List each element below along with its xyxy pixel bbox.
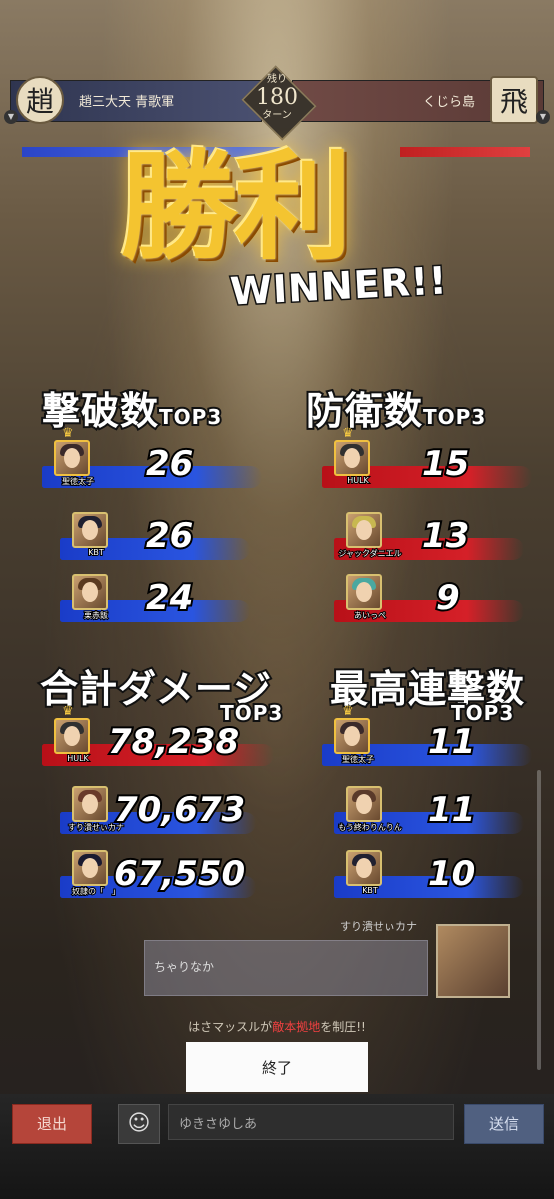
message-input[interactable]	[168, 1104, 454, 1140]
chat-scrollbar[interactable]	[537, 770, 541, 1070]
player-name: KBT	[87, 547, 105, 558]
notice-mid: が	[260, 1020, 273, 1034]
avatar	[72, 512, 108, 548]
player-name: HULK	[346, 475, 370, 486]
right-dropdown-icon[interactable]: ▼	[536, 110, 550, 124]
chat-sender-name: すり潰せぃカナ	[340, 920, 417, 933]
player-value: 9	[434, 576, 462, 620]
left-dropdown-icon[interactable]: ▼	[4, 110, 18, 124]
player-name: KBT	[361, 885, 379, 896]
player-name: HULK	[66, 753, 90, 764]
damage-row-1: ♛ HULK 78,238	[24, 704, 274, 770]
player-name: あいっぺ	[353, 610, 387, 621]
victory-title: 勝利	[120, 137, 352, 276]
player-value: 67,550	[112, 852, 247, 896]
player-value: 26	[144, 442, 195, 486]
crown-icon: ♛	[342, 426, 354, 441]
player-name: 聖徳太子	[61, 476, 95, 487]
combo-row-3: KBT 10	[316, 850, 534, 902]
defense-title: 防衛数	[304, 386, 424, 435]
avatar	[334, 440, 370, 476]
avatar	[346, 850, 382, 886]
avatar	[72, 574, 108, 610]
player-name: ジャックダニエル	[337, 548, 402, 559]
player-value: 15	[420, 442, 471, 486]
damage-row-3: 奴隷の「 」 67,550	[42, 850, 274, 902]
left-team-name: 趙三大天 青歌軍	[79, 95, 175, 110]
defeats-top3-badge: TOP3	[157, 403, 223, 431]
chat-message: ちゃりなか	[154, 960, 215, 974]
right-team-crest: 飛	[490, 76, 538, 124]
right-team-name: くじら島	[422, 95, 475, 110]
capture-notice: はさマッスルが敵本拠地を制圧!!	[0, 1018, 554, 1035]
defeats-row-3: 栗赤飯 24	[42, 574, 264, 626]
damage-heading: 合計ダメージTOP3	[38, 658, 335, 727]
defense-row-2: ジャックダニエル 13	[316, 512, 534, 564]
avatar	[54, 440, 90, 476]
notice-player: はさマッスル	[188, 1020, 261, 1034]
defense-heading: 防衛数TOP3	[304, 380, 487, 435]
player-value: 13	[420, 514, 471, 558]
avatar	[346, 512, 382, 548]
player-name: もう終わりんりん	[337, 822, 403, 833]
crown-icon: ♛	[342, 704, 354, 719]
avatar	[72, 850, 108, 886]
notice-end: を制圧!!	[320, 1020, 366, 1034]
crown-icon: ♛	[62, 704, 74, 719]
defense-row-3: あいっぺ 9	[316, 574, 534, 626]
player-name: 栗赤飯	[83, 610, 109, 621]
defense-top3-badge: TOP3	[421, 403, 487, 431]
damage-row-2: すり潰せぃカナ 70,673	[42, 786, 274, 838]
emoji-icon[interactable]: ☺	[118, 1104, 160, 1144]
player-value: 11	[426, 788, 477, 832]
exit-button[interactable]: 退出	[12, 1104, 92, 1144]
player-name: 聖徳太子	[341, 754, 375, 765]
notice-target: 敵本拠地	[272, 1020, 321, 1034]
avatar	[346, 574, 382, 610]
chat-avatar	[436, 924, 510, 998]
end-button[interactable]: 終了	[186, 1042, 368, 1092]
avatar	[72, 786, 108, 822]
avatar	[346, 786, 382, 822]
left-team-crest: 趙	[16, 76, 64, 124]
defeats-row-1: ♛ 聖徳太子 26	[24, 426, 264, 492]
player-value: 78,238	[106, 720, 241, 764]
send-button[interactable]: 送信	[464, 1104, 544, 1144]
player-value: 10	[426, 852, 477, 896]
match-header: 趙三大天 青歌軍 くじら島 趙 飛 ▼ ▼ 残り 180 ターン	[4, 65, 550, 141]
player-value: 24	[144, 576, 195, 620]
defeats-title: 撃破数	[40, 386, 160, 435]
turns-value: 180	[256, 85, 298, 110]
player-value: 11	[426, 720, 477, 764]
avatar	[54, 718, 90, 754]
combo-row-2: もう終わりんりん 11	[316, 786, 534, 838]
combo-row-1: ♛ 聖徳太子 11	[304, 704, 534, 770]
victory-banner: 勝利 WINNER!!	[120, 132, 450, 322]
player-value: 26	[144, 514, 195, 558]
crown-icon: ♛	[62, 426, 74, 441]
turns-label-bottom: ターン	[262, 110, 292, 121]
defeats-row-2: KBT 26	[42, 512, 264, 564]
avatar	[334, 718, 370, 754]
turn-counter: 残り 180 ターン	[242, 74, 312, 122]
combo-heading: 最高連撃数TOP3	[328, 658, 554, 727]
player-value: 70,673	[112, 788, 247, 832]
defense-row-1: ♛ HULK 15	[304, 426, 534, 492]
